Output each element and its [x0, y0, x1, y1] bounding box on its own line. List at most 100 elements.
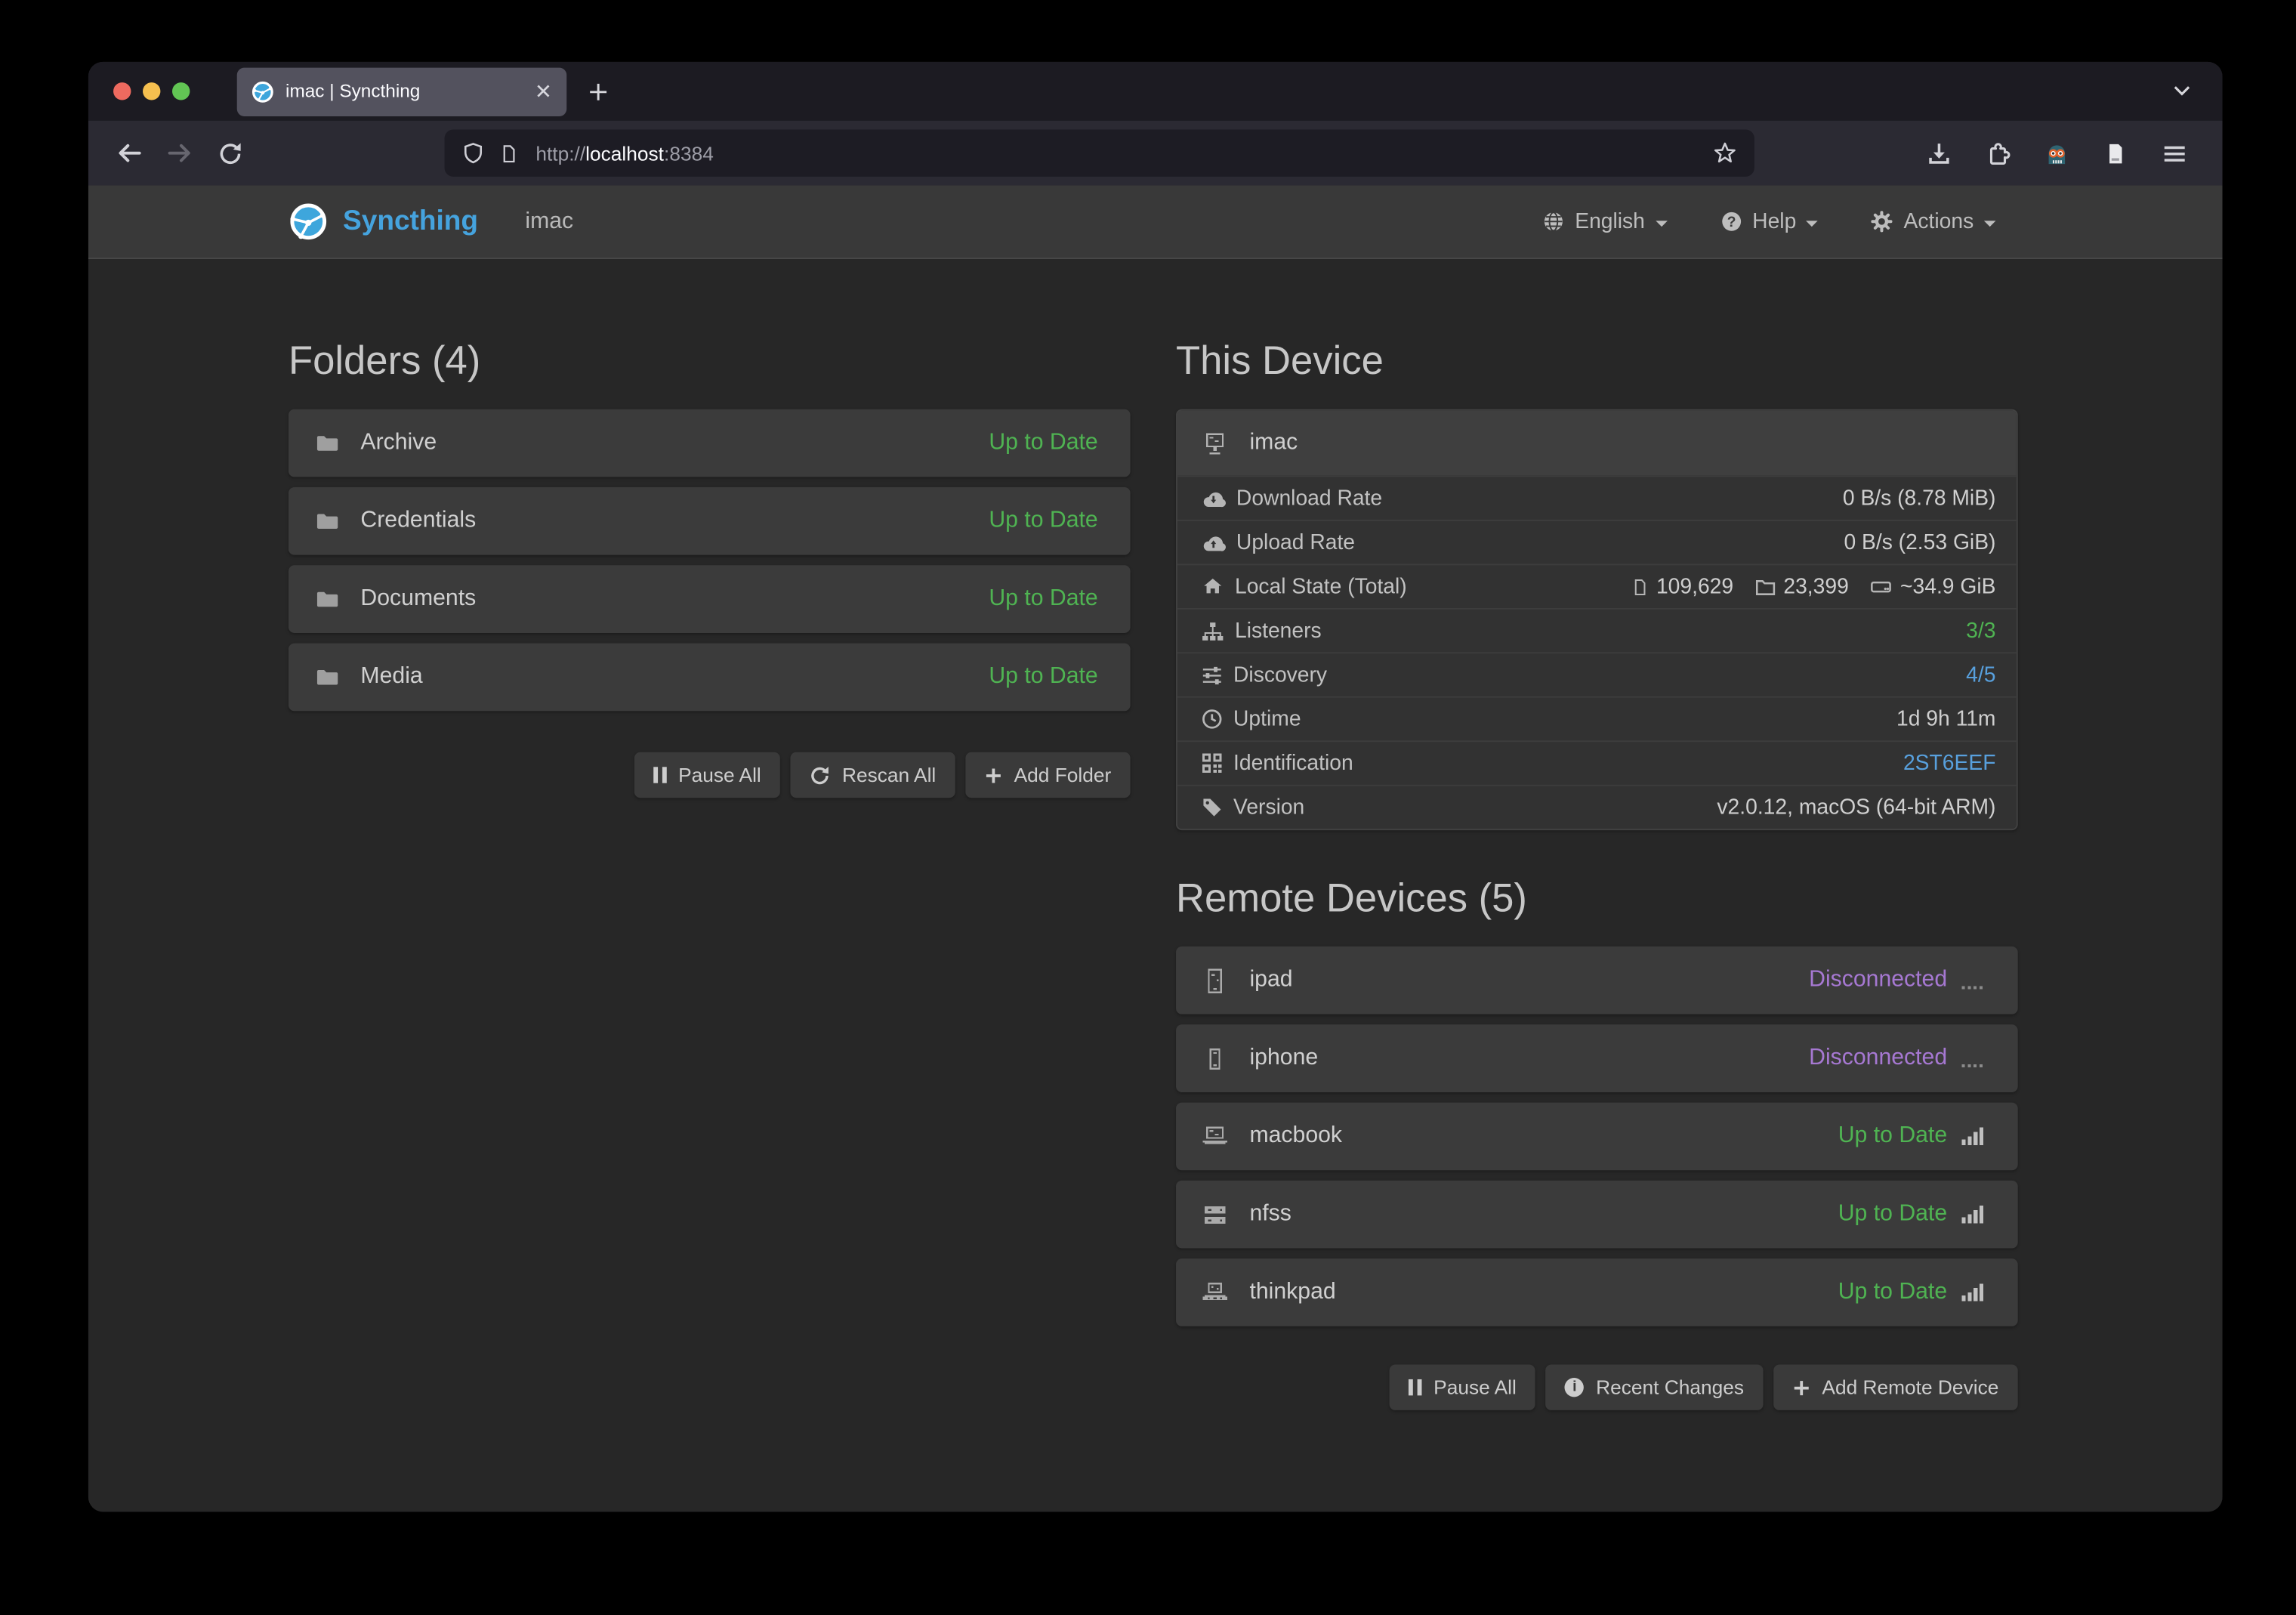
signal-bars-icon [1961, 1282, 1986, 1302]
sliders-icon [1201, 665, 1223, 685]
forward-button[interactable] [159, 132, 200, 174]
brand-name: Syncthing [343, 205, 478, 238]
remote-device-name: iphone [1249, 1045, 1318, 1072]
folder-status: Up to Date [989, 430, 1097, 456]
signal-none-icon [1961, 1048, 1986, 1068]
local-size-value: ~34.9 GiB [1900, 575, 1995, 598]
signal-bars-icon [1961, 1126, 1986, 1147]
zoom-window-button[interactable] [172, 82, 190, 100]
pause-icon [653, 767, 666, 783]
folders-heading: Folders (4) [289, 335, 1131, 385]
question-circle-icon: ? [1720, 211, 1742, 233]
device-stat-row: Uptime 1d 9h 11m [1177, 696, 2017, 740]
menu-hamburger-icon[interactable] [2155, 141, 2193, 165]
shield-icon[interactable] [462, 141, 484, 165]
device-stat-row: Version v2.0.12, macOS (64-bit ARM) [1177, 785, 2017, 829]
remote-device-name: ipad [1249, 967, 1292, 993]
refresh-icon [810, 764, 830, 785]
uptime-value: 1d 9h 11m [1896, 707, 1995, 730]
add-folder-button[interactable]: Add Folder [965, 752, 1130, 798]
menu-language-label: English [1575, 210, 1645, 233]
folder-icon [313, 588, 340, 611]
tab-title: imac | Syncthing [285, 81, 523, 101]
downloads-icon[interactable] [1919, 141, 1958, 165]
info-circle-icon: i [1565, 1378, 1584, 1397]
new-tab-button[interactable] [588, 80, 609, 102]
menu-language[interactable]: English [1542, 210, 1667, 233]
syncthing-brand[interactable]: Syncthing [289, 202, 478, 242]
syncthing-header: Syncthing imac English ? Help [88, 186, 2223, 259]
device-stat-row: Upload Rate 0 B/s (2.53 GiB) [1177, 520, 2017, 564]
signal-none-icon [1961, 970, 1986, 990]
folder-row-media[interactable]: Media Up to Date [289, 644, 1131, 712]
download-rate-value: 0 B/s (8.78 MiB) [1843, 486, 1996, 510]
plus-icon [985, 766, 1002, 783]
syncthing-logo-icon [289, 202, 329, 242]
extensions-puzzle-icon[interactable] [1978, 141, 2017, 165]
url-bar[interactable]: http://localhost:8384 [445, 129, 1754, 176]
remote-device-row-nfss[interactable]: nfss Up to Date [1176, 1181, 2018, 1249]
folder-status: Up to Date [989, 508, 1097, 534]
sitemap-icon [1201, 620, 1224, 641]
remote-device-status: Up to Date [1838, 1123, 1947, 1150]
imac-device-icon [1201, 429, 1229, 457]
pause-all-devices-button[interactable]: Pause All [1390, 1364, 1535, 1410]
screen: imac | Syncthing ✕ http://loc [0, 0, 2296, 1615]
folder-row-credentials[interactable]: Credentials Up to Date [289, 487, 1131, 555]
recent-changes-button[interactable]: i Recent Changes [1546, 1364, 1764, 1410]
folder-name: Archive [360, 430, 437, 456]
tab-list-chevron-icon[interactable] [2171, 79, 2193, 101]
page-info-icon[interactable] [499, 142, 518, 164]
device-stat-row: Local State (Total) 109,629 23,399 ~34.9… [1177, 564, 2017, 607]
cloud-upload-icon [1201, 532, 1226, 552]
device-stat-row: Download Rate 0 B/s (8.78 MiB) [1177, 475, 2017, 519]
remote-device-name: nfss [1249, 1201, 1291, 1227]
browser-window: imac | Syncthing ✕ http://loc [88, 62, 2223, 1512]
discovery-value: 4/5 [1966, 663, 1995, 687]
browser-tab-bar: imac | Syncthing ✕ [88, 62, 2223, 121]
upload-rate-value: 0 B/s (2.53 GiB) [1844, 531, 1995, 554]
pause-all-folders-button[interactable]: Pause All [634, 752, 780, 798]
tab-close-icon[interactable]: ✕ [535, 81, 552, 101]
remote-device-row-thinkpad[interactable]: thinkpad Up to Date [1176, 1258, 2018, 1326]
signal-bars-icon [1961, 1204, 1986, 1224]
close-window-button[interactable] [113, 82, 131, 100]
ipad-device-icon [1201, 966, 1229, 994]
menu-actions-label: Actions [1904, 210, 1974, 233]
skull-extension-icon[interactable] [2037, 140, 2075, 166]
folder-icon [313, 431, 340, 455]
document-extension-icon[interactable] [2096, 141, 2134, 165]
bookmark-star-icon[interactable] [1713, 141, 1736, 165]
identification-link[interactable]: 2ST6EEF [1903, 752, 1995, 775]
folder-row-documents[interactable]: Documents Up to Date [289, 565, 1131, 633]
folder-icon [313, 509, 340, 533]
rescan-all-button[interactable]: Rescan All [791, 752, 955, 798]
browser-toolbar: http://localhost:8384 [88, 121, 2223, 186]
menu-help[interactable]: ? Help [1720, 210, 1818, 233]
iphone-device-icon [1201, 1045, 1229, 1073]
add-remote-device-button[interactable]: Add Remote Device [1773, 1364, 2018, 1410]
remote-device-status: Disconnected [1809, 967, 1947, 993]
reload-button[interactable] [209, 132, 251, 174]
device-stat-row: Discovery 4/5 [1177, 652, 2017, 696]
local-directories-count: 23,399 [1783, 575, 1848, 598]
qr-code-icon [1201, 752, 1223, 774]
this-device-header[interactable]: imac [1177, 411, 2017, 476]
back-button[interactable] [109, 132, 150, 174]
hdd-icon [1869, 577, 1893, 596]
remote-device-row-macbook[interactable]: macbook Up to Date [1176, 1103, 2018, 1171]
pause-icon [1409, 1379, 1421, 1395]
browser-tab[interactable]: imac | Syncthing ✕ [237, 67, 567, 116]
remote-device-row-ipad[interactable]: ipad Disconnected [1176, 946, 2018, 1014]
listeners-value: 3/3 [1966, 619, 1995, 642]
menu-actions[interactable]: Actions [1872, 210, 1996, 233]
remote-device-row-iphone[interactable]: iphone Disconnected [1176, 1024, 2018, 1092]
menu-help-label: Help [1752, 210, 1796, 233]
url-text: http://localhost:8384 [535, 142, 714, 164]
page-content: Syncthing imac English ? Help [88, 186, 2223, 1512]
minimize-window-button[interactable] [143, 82, 160, 100]
this-device-panel: imac Download Rate 0 B/s (8.78 MiB) Uplo… [1176, 409, 2018, 830]
remote-device-name: macbook [1249, 1123, 1342, 1150]
device-stat-row: Identification 2ST6EEF [1177, 740, 2017, 784]
folder-row-archive[interactable]: Archive Up to Date [289, 409, 1131, 477]
